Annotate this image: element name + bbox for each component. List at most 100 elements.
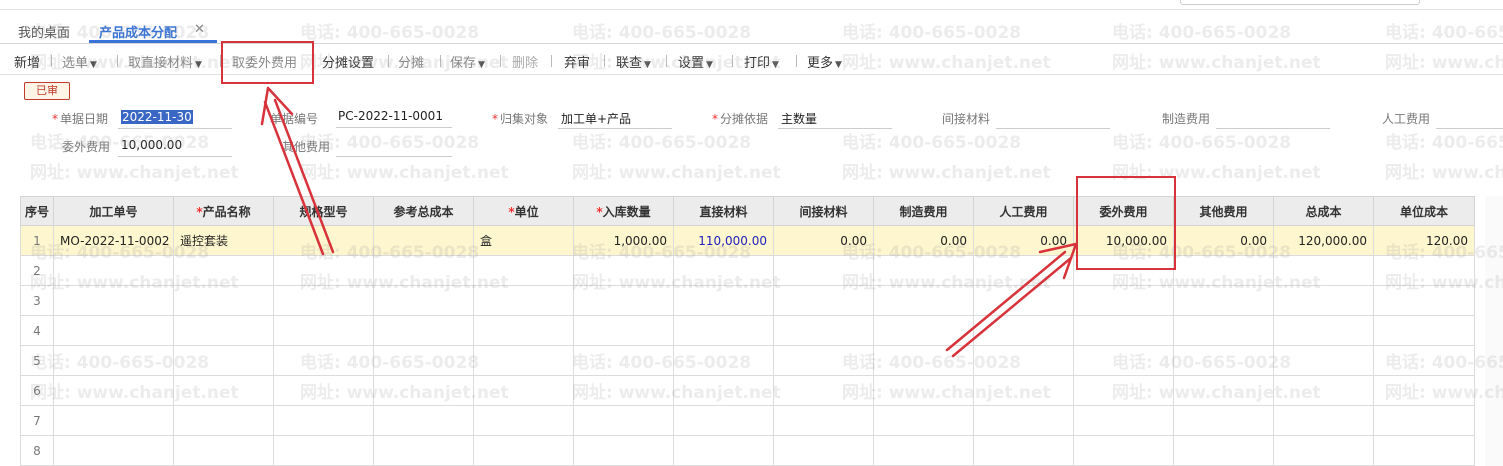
tab-product-cost-allocation[interactable]: 产品成本分配 bbox=[99, 22, 177, 41]
table-cell[interactable] bbox=[1273, 345, 1374, 376]
table-cell[interactable] bbox=[173, 375, 274, 406]
table-cell[interactable] bbox=[373, 435, 474, 466]
table-cell[interactable] bbox=[773, 345, 874, 376]
table-cell[interactable] bbox=[773, 255, 874, 286]
table-cell[interactable]: 110,000.00 bbox=[673, 225, 774, 256]
table-cell[interactable] bbox=[273, 435, 374, 466]
table-cell[interactable] bbox=[973, 255, 1074, 286]
table-cell[interactable] bbox=[973, 375, 1074, 406]
table-cell[interactable] bbox=[273, 405, 374, 436]
global-search-box[interactable] bbox=[1180, 0, 1420, 5]
table-row[interactable]: 2 bbox=[20, 255, 1475, 286]
table-cell[interactable] bbox=[573, 285, 674, 316]
column-header[interactable]: 总成本 bbox=[1273, 196, 1374, 226]
table-cell[interactable] bbox=[873, 345, 974, 376]
table-cell[interactable] bbox=[1273, 375, 1374, 406]
save-dropdown-button[interactable]: 保存 ▼ bbox=[450, 52, 485, 71]
table-cell[interactable]: 遥控套装 bbox=[173, 225, 274, 256]
table-cell[interactable] bbox=[53, 375, 174, 406]
column-header[interactable]: 序号 bbox=[20, 196, 54, 226]
table-cell[interactable] bbox=[973, 345, 1074, 376]
table-cell[interactable] bbox=[573, 255, 674, 286]
table-cell[interactable]: MO-2022-11-0002 bbox=[53, 225, 174, 256]
table-cell[interactable] bbox=[1073, 375, 1174, 406]
table-cell[interactable] bbox=[473, 285, 574, 316]
table-cell[interactable] bbox=[673, 435, 774, 466]
table-cell[interactable] bbox=[673, 405, 774, 436]
table-cell[interactable] bbox=[473, 405, 574, 436]
doc-no-field[interactable]: PC-2022-11-0001 bbox=[338, 109, 443, 123]
labor-fee-field[interactable] bbox=[1436, 128, 1503, 129]
tab-close-icon[interactable]: ✕ bbox=[194, 22, 205, 37]
table-cell[interactable] bbox=[373, 255, 474, 286]
table-cell[interactable] bbox=[1373, 435, 1475, 466]
table-cell[interactable] bbox=[1273, 255, 1374, 286]
manufacturing-fee-field[interactable] bbox=[1216, 128, 1330, 129]
table-cell[interactable] bbox=[773, 375, 874, 406]
table-cell[interactable]: 0.00 bbox=[973, 225, 1074, 256]
other-fee-field[interactable] bbox=[336, 156, 452, 157]
table-cell[interactable] bbox=[1373, 375, 1475, 406]
table-cell[interactable]: 0.00 bbox=[1173, 225, 1274, 256]
get-outsource-fee-button[interactable]: 取委外费用 bbox=[232, 52, 297, 71]
table-cell[interactable] bbox=[173, 405, 274, 436]
table-cell[interactable] bbox=[873, 285, 974, 316]
table-cell[interactable] bbox=[373, 405, 474, 436]
table-cell[interactable] bbox=[873, 435, 974, 466]
new-button[interactable]: 新增 bbox=[14, 52, 40, 71]
table-cell[interactable] bbox=[1073, 315, 1174, 346]
table-cell[interactable] bbox=[173, 315, 274, 346]
table-cell[interactable] bbox=[873, 315, 974, 346]
table-cell[interactable] bbox=[53, 255, 174, 286]
column-header[interactable]: 人工费用 bbox=[973, 196, 1074, 226]
column-header[interactable]: *入库数量 bbox=[573, 196, 674, 226]
table-cell[interactable] bbox=[1073, 345, 1174, 376]
table-cell[interactable] bbox=[873, 405, 974, 436]
table-cell[interactable]: 0.00 bbox=[773, 225, 874, 256]
table-cell[interactable] bbox=[1373, 285, 1475, 316]
table-cell[interactable] bbox=[573, 315, 674, 346]
table-cell[interactable] bbox=[173, 435, 274, 466]
column-header[interactable]: 规格型号 bbox=[273, 196, 374, 226]
table-cell[interactable] bbox=[53, 285, 174, 316]
table-cell[interactable] bbox=[1073, 255, 1174, 286]
table-cell[interactable] bbox=[1173, 435, 1274, 466]
table-cell[interactable] bbox=[1373, 405, 1475, 436]
print-dropdown-button[interactable]: 打印 ▼ bbox=[744, 52, 779, 71]
table-cell[interactable] bbox=[473, 345, 574, 376]
table-cell[interactable] bbox=[673, 255, 774, 286]
column-header[interactable]: 间接材料 bbox=[773, 196, 874, 226]
table-cell[interactable] bbox=[53, 315, 174, 346]
table-cell[interactable] bbox=[1373, 255, 1475, 286]
column-header[interactable]: 其他费用 bbox=[1173, 196, 1274, 226]
table-row[interactable]: 1 MO-2022-11-0002 遥控套装盒 1,000.00 110,000.00 0… bbox=[20, 225, 1475, 256]
table-cell[interactable] bbox=[273, 375, 374, 406]
table-cell[interactable] bbox=[173, 255, 274, 286]
linked-query-dropdown-button[interactable]: 联查 ▼ bbox=[616, 52, 651, 71]
table-cell[interactable] bbox=[1373, 315, 1475, 346]
allocation-settings-button[interactable]: 分摊设置 bbox=[322, 52, 374, 71]
table-cell[interactable] bbox=[1173, 345, 1274, 376]
settings-dropdown-button[interactable]: 设置 ▼ bbox=[678, 52, 713, 71]
table-cell[interactable] bbox=[1273, 435, 1374, 466]
table-cell[interactable] bbox=[373, 375, 474, 406]
collect-target-field[interactable]: 加工单+产品 bbox=[561, 110, 631, 127]
table-cell[interactable] bbox=[673, 315, 774, 346]
table-cell[interactable] bbox=[473, 255, 574, 286]
column-header[interactable]: 直接材料 bbox=[673, 196, 774, 226]
table-cell[interactable] bbox=[273, 255, 374, 286]
column-header[interactable]: 加工单号 bbox=[53, 196, 174, 226]
table-cell[interactable] bbox=[973, 405, 1074, 436]
table-cell[interactable] bbox=[773, 405, 874, 436]
column-header[interactable]: *产品名称 bbox=[173, 196, 274, 226]
table-cell[interactable] bbox=[373, 285, 474, 316]
select-dropdown-button[interactable]: 选单 ▼ bbox=[62, 52, 97, 71]
table-cell[interactable] bbox=[1273, 285, 1374, 316]
table-row[interactable]: 4 bbox=[20, 315, 1475, 346]
get-direct-material-button[interactable]: 取直接材料 ▼ bbox=[128, 52, 202, 71]
table-cell[interactable] bbox=[573, 405, 674, 436]
table-cell[interactable] bbox=[573, 345, 674, 376]
table-cell[interactable] bbox=[773, 285, 874, 316]
table-cell[interactable] bbox=[1173, 255, 1274, 286]
column-header[interactable]: 参考总成本 bbox=[373, 196, 474, 226]
